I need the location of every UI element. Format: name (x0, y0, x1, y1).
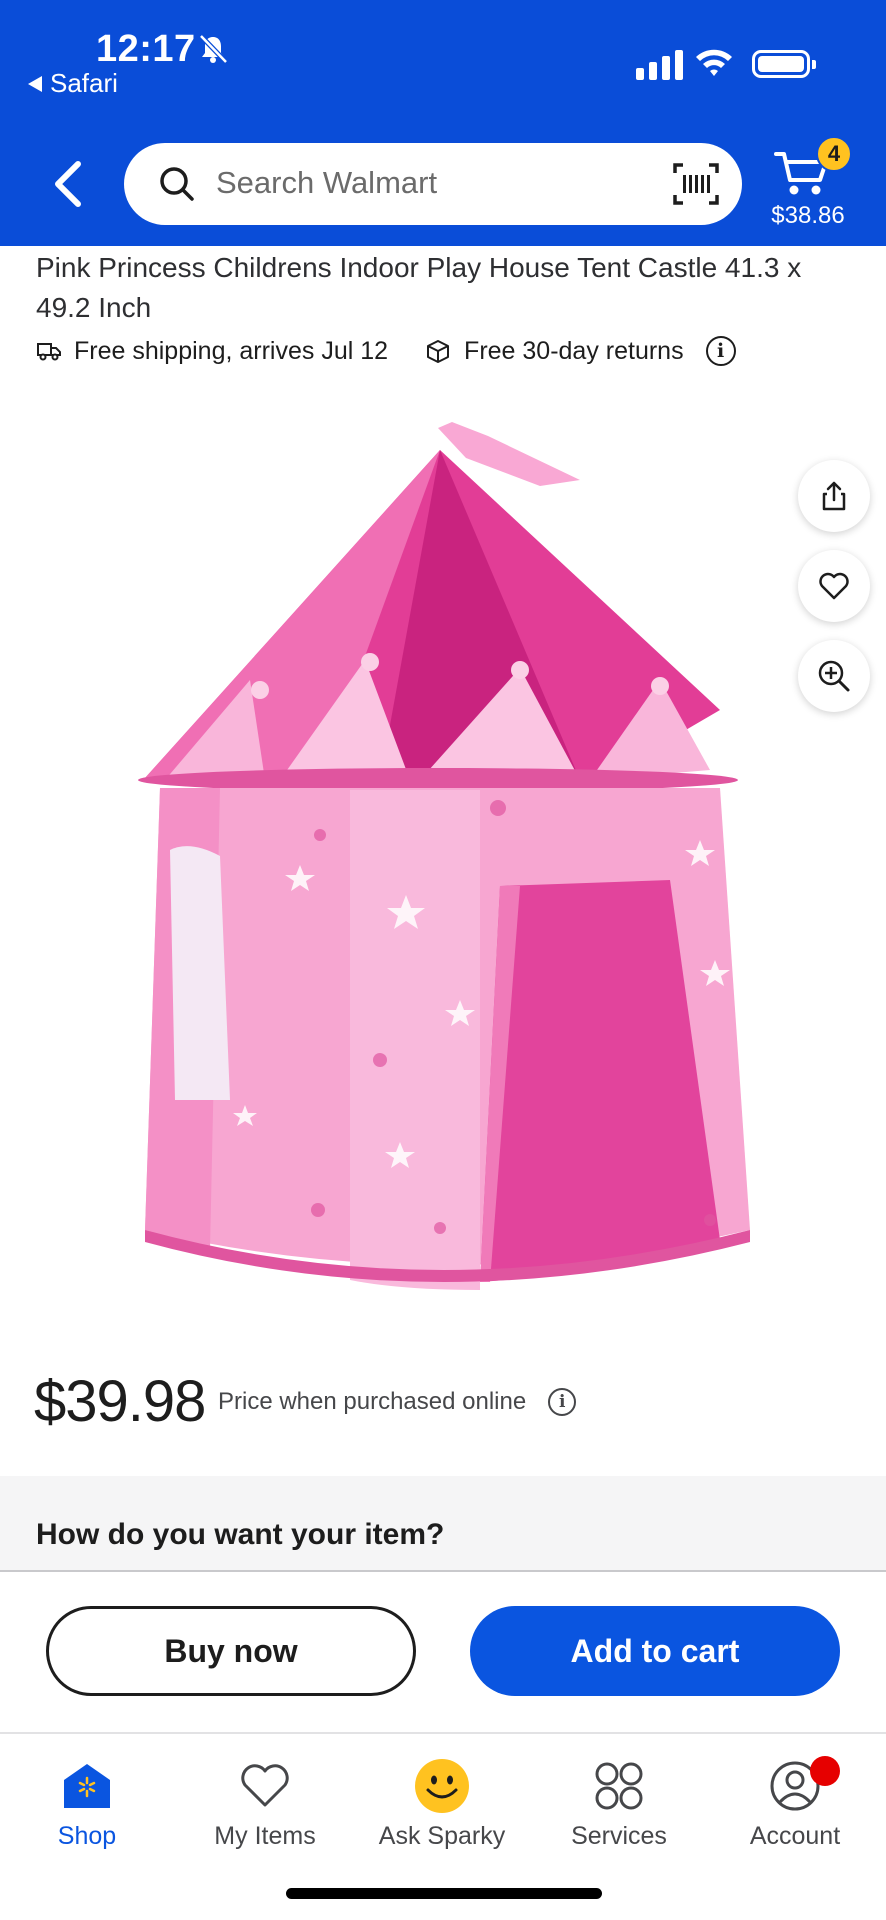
nav-services-label: Services (571, 1822, 667, 1850)
heart-icon (819, 572, 849, 600)
nav-services[interactable]: Services (544, 1756, 694, 1851)
add-to-cart-button[interactable]: Add to cart (470, 1606, 840, 1696)
share-icon (822, 481, 846, 511)
cart-total: $38.86 (771, 202, 845, 229)
services-icon (595, 1762, 643, 1810)
nav-account-label: Account (749, 1822, 841, 1850)
back-to-safari[interactable]: Safari (28, 68, 118, 99)
product-image-area[interactable] (20, 410, 870, 1310)
search-placeholder: Search Walmart (216, 165, 438, 200)
search-icon (160, 167, 194, 201)
heart-icon (241, 1764, 289, 1807)
buy-now-button[interactable]: Buy now (46, 1606, 416, 1696)
product-title: Pink Princess Childrens Indoor Play Hous… (36, 252, 802, 323)
back-arrow-icon[interactable] (44, 156, 94, 212)
app-header: 12:17 Safari Search Walmart 4 $38.86 (0, 0, 886, 246)
nav-my-items[interactable]: My Items (190, 1756, 340, 1851)
product-image (138, 422, 750, 1290)
shop-icon (64, 1764, 110, 1808)
search-input[interactable]: Search Walmart (124, 143, 742, 225)
zoom-button[interactable] (798, 640, 870, 712)
account-notification-dot (810, 1756, 840, 1786)
back-triangle-icon (28, 75, 42, 92)
zoom-in-icon (818, 660, 850, 692)
nav-shop[interactable]: Shop (12, 1756, 162, 1851)
nav-ask-sparky-label: Ask Sparky (378, 1822, 506, 1850)
cart-button[interactable]: 4 $38.86 (764, 136, 864, 236)
nav-account[interactable]: Account (720, 1756, 870, 1851)
nav-shop-label: Shop (57, 1822, 117, 1850)
truck-icon (37, 343, 61, 361)
cart-count-badge: 4 (816, 136, 852, 172)
bell-slash-icon (199, 34, 228, 64)
returns-info-icon[interactable]: i (705, 336, 736, 366)
returns-box-icon (427, 340, 450, 363)
fulfillment-title: How do you want your item? (36, 1518, 445, 1551)
price-info-icon[interactable]: i (548, 1388, 577, 1416)
price-note-text: Price when purchased online (218, 1388, 527, 1415)
back-app-label: Safari (50, 68, 118, 98)
nav-my-items-label: My Items (214, 1822, 316, 1850)
sparky-icon (415, 1759, 469, 1813)
share-button[interactable] (798, 460, 870, 532)
shipping-row: Free shipping, arrives Jul 12 Free 30-da… (36, 336, 736, 366)
price-note: Price when purchased online i (218, 1388, 577, 1416)
shipping-text: Free shipping, arrives Jul 12 (74, 336, 389, 365)
barcode-scan-icon[interactable] (672, 161, 720, 207)
fulfillment-section: How do you want your item? (0, 1476, 886, 1572)
status-time: 12:17 (96, 28, 196, 70)
wifi-icon (696, 49, 732, 76)
home-indicator (286, 1888, 602, 1899)
returns-text: Free 30-day returns (464, 336, 684, 365)
product-price: $39.98 (34, 1369, 206, 1434)
cellular-signal-icon (636, 48, 683, 80)
favorite-button[interactable] (798, 550, 870, 622)
nav-ask-sparky[interactable]: Ask Sparky (367, 1756, 517, 1851)
battery-icon (752, 50, 816, 78)
